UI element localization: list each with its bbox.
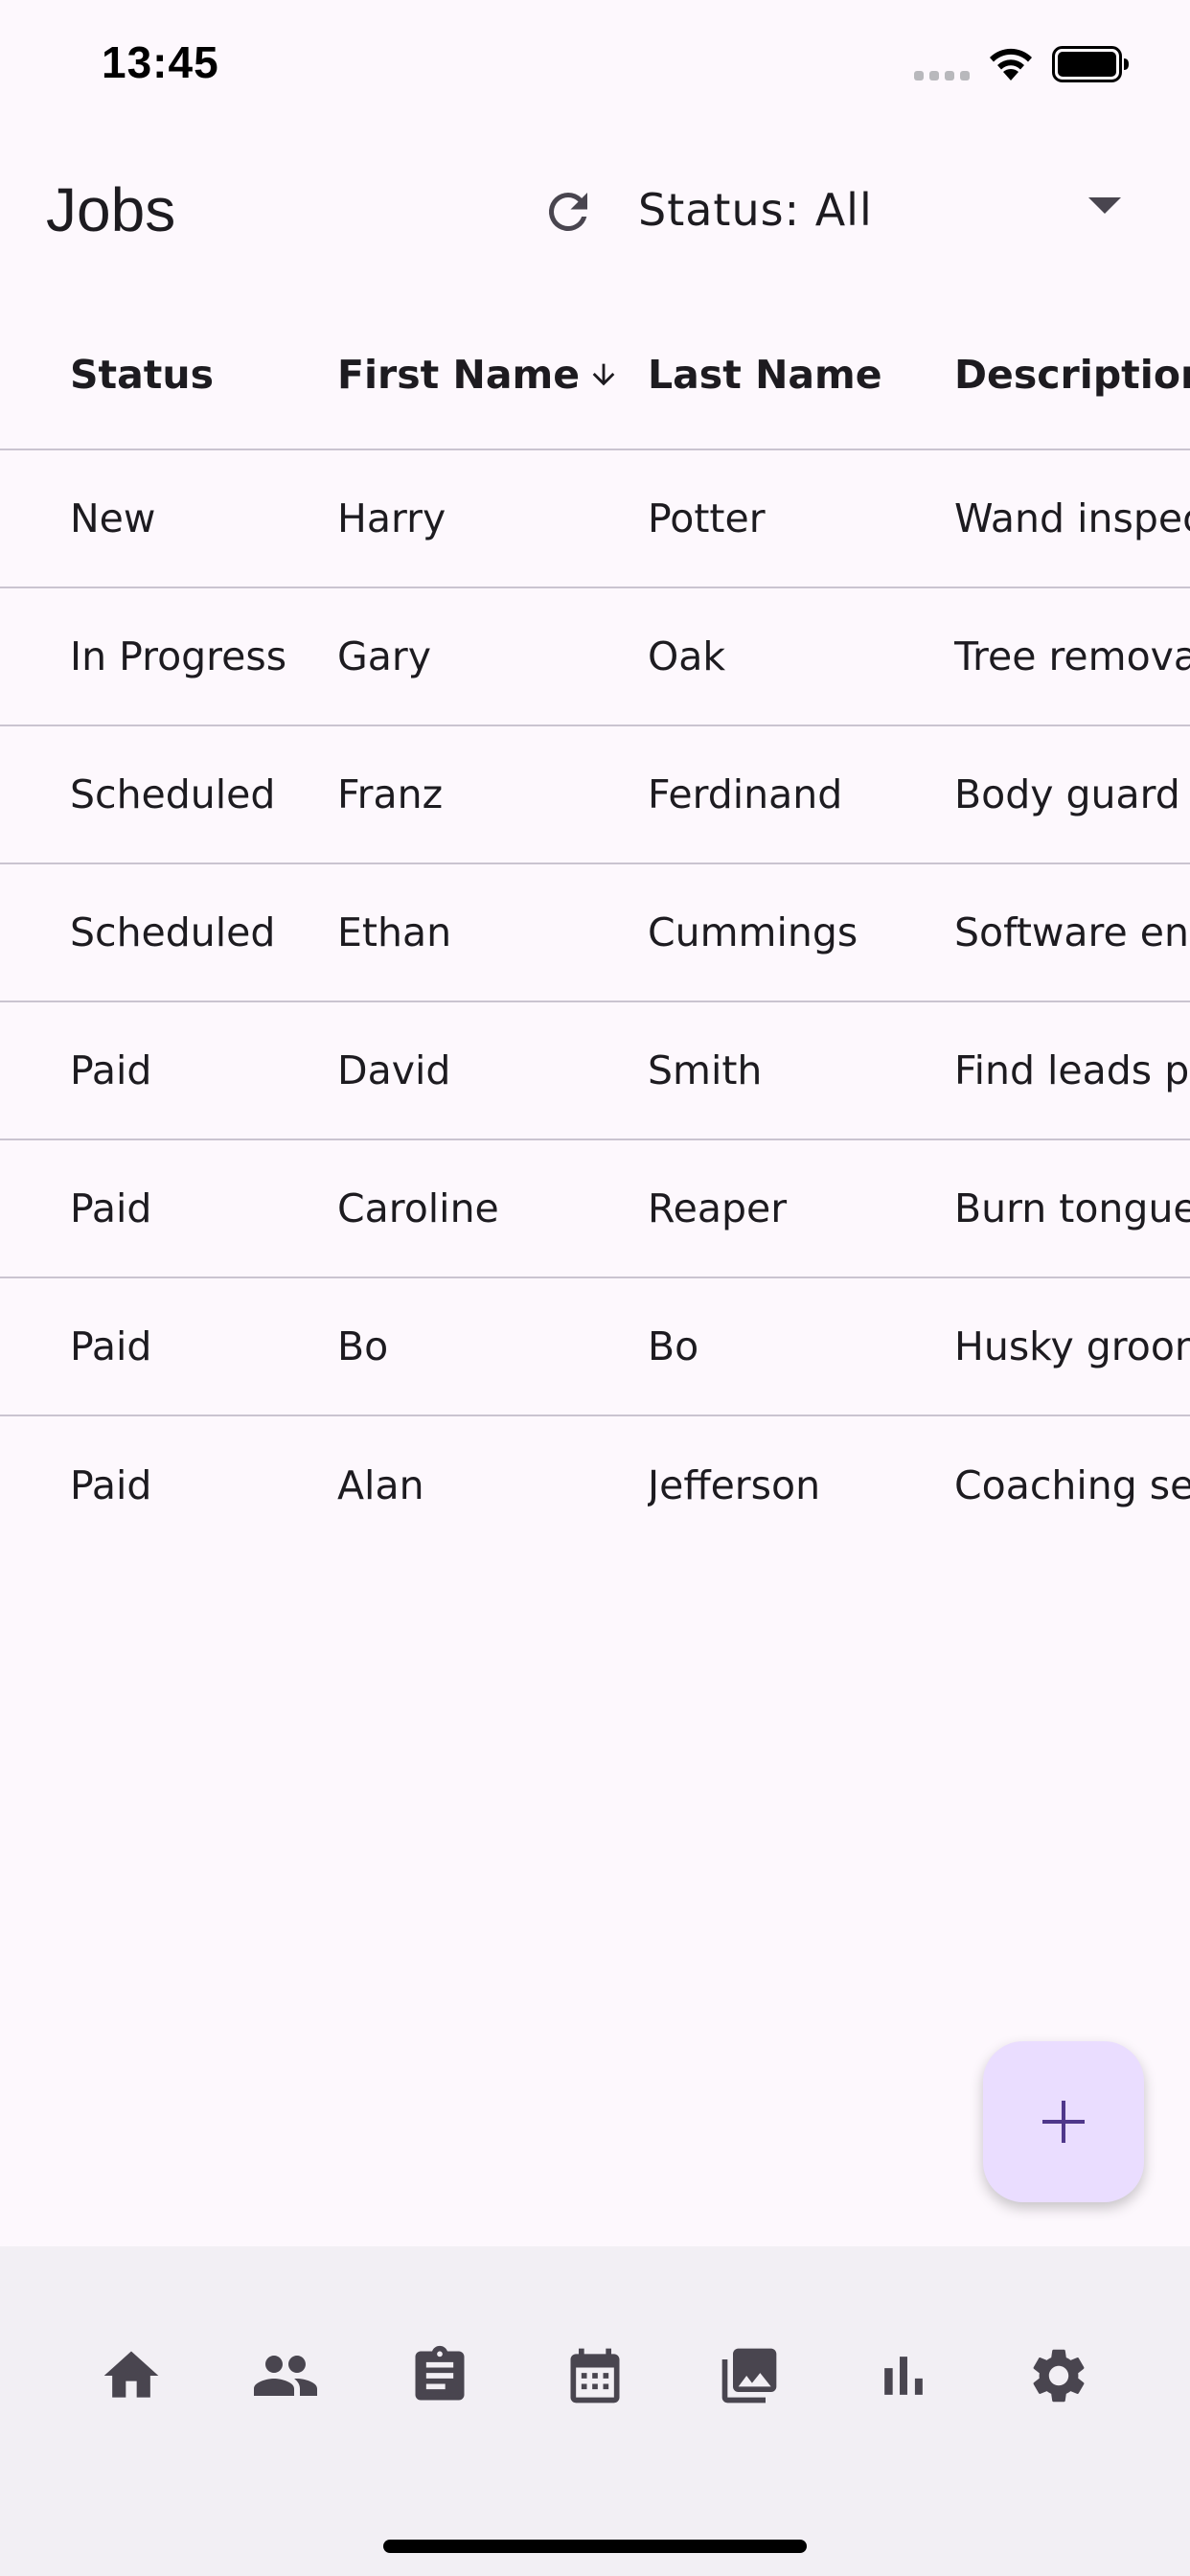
cell-last-name: Smith <box>648 1047 763 1093</box>
column-header-status[interactable]: Status <box>70 301 329 448</box>
page-title: Jobs <box>46 175 176 244</box>
cell-last-name: Potter <box>648 495 766 541</box>
cell-description: Tree remova <box>954 633 1190 679</box>
table-row[interactable]: In Progress Gary Oak Tree remova <box>0 588 1190 726</box>
table-row[interactable]: Paid Alan Jefferson Coaching se <box>0 1416 1190 1554</box>
nav-item-jobs[interactable] <box>397 2333 483 2419</box>
nav-item-home[interactable] <box>88 2333 174 2419</box>
home-icon <box>103 2351 159 2398</box>
column-header-description[interactable]: Description <box>954 301 1190 448</box>
nav-item-calendar[interactable] <box>552 2333 638 2419</box>
add-icon <box>1042 2101 1085 2143</box>
home-indicator[interactable] <box>383 2540 807 2553</box>
cell-status: New <box>70 495 156 541</box>
refresh-icon <box>548 192 587 231</box>
people-icon <box>254 2356 317 2396</box>
nav-item-settings[interactable] <box>1016 2333 1102 2419</box>
cell-status: Scheduled <box>70 909 276 955</box>
status-filter-dropdown[interactable]: Status: All <box>638 180 1136 242</box>
cell-first-name: Ethan <box>337 909 452 955</box>
nav-item-photos[interactable] <box>706 2333 792 2419</box>
cell-first-name: Alan <box>337 1462 424 1508</box>
cell-status: Paid <box>70 1047 152 1093</box>
column-header-last-name[interactable]: Last Name <box>648 301 945 448</box>
cell-description: Find leads p <box>954 1047 1190 1093</box>
add-job-button[interactable] <box>983 2041 1144 2202</box>
cell-description: Body guard <box>954 771 1180 817</box>
cell-status: In Progress <box>70 633 287 679</box>
settings-icon <box>1033 2349 1085 2403</box>
bottom-navigation <box>0 2246 1190 2576</box>
cell-first-name: Franz <box>337 771 444 817</box>
cell-last-name: Cummings <box>648 909 858 955</box>
cell-last-name: Oak <box>648 633 726 679</box>
chart-icon <box>884 2357 923 2395</box>
cell-last-name: Bo <box>648 1323 699 1369</box>
cell-last-name: Ferdinand <box>648 771 843 817</box>
cell-description: Burn tongue <box>954 1185 1190 1231</box>
wifi-icon <box>990 48 1032 80</box>
cell-last-name: Reaper <box>648 1185 788 1231</box>
cell-first-name: Bo <box>337 1323 389 1369</box>
cell-first-name: Harry <box>337 495 446 541</box>
cell-last-name: Jefferson <box>648 1462 821 1508</box>
photos-icon <box>721 2348 777 2404</box>
table-row[interactable]: Paid Caroline Reaper Burn tongue <box>0 1140 1190 1278</box>
app-bar: Jobs Status: All <box>0 153 1190 259</box>
cell-description: Husky groon <box>954 1323 1190 1369</box>
cell-first-name: Caroline <box>337 1185 499 1231</box>
sort-arrow-down-icon <box>587 356 620 393</box>
table-row[interactable]: New Harry Potter Wand inspec <box>0 450 1190 588</box>
cell-description: Wand inspec <box>954 495 1190 541</box>
calendar-icon <box>570 2348 620 2404</box>
cell-status: Paid <box>70 1462 152 1508</box>
table-row[interactable]: Paid Bo Bo Husky groon <box>0 1278 1190 1416</box>
nav-item-customers[interactable] <box>242 2333 329 2419</box>
jobs-table: Status First Name Last Name Description … <box>0 301 1190 1554</box>
cell-status: Paid <box>70 1185 152 1231</box>
clipboard-icon <box>415 2345 465 2401</box>
table-row[interactable]: Scheduled Franz Ferdinand Body guard <box>0 726 1190 864</box>
cell-status: Scheduled <box>70 771 276 817</box>
battery-icon <box>1052 46 1129 82</box>
cell-status: Paid <box>70 1323 152 1369</box>
status-time: 13:45 <box>102 37 219 87</box>
table-header: Status First Name Last Name Description <box>0 301 1190 450</box>
status-bar: 13:45 <box>0 0 1190 134</box>
column-header-first-name[interactable]: First Name <box>337 301 634 448</box>
table-row[interactable]: Scheduled Ethan Cummings Software en <box>0 864 1190 1002</box>
status-filter-label: Status: All <box>638 184 873 236</box>
refresh-button[interactable] <box>533 176 604 247</box>
cell-first-name: Gary <box>337 633 432 679</box>
table-row[interactable]: Paid David Smith Find leads p <box>0 1002 1190 1140</box>
cellular-signal-icon <box>914 71 970 80</box>
cell-first-name: David <box>337 1047 451 1093</box>
cell-description: Coaching se <box>954 1462 1190 1508</box>
cell-description: Software en <box>954 909 1189 955</box>
dropdown-arrow-icon <box>1088 197 1121 214</box>
nav-item-reports[interactable] <box>860 2333 947 2419</box>
